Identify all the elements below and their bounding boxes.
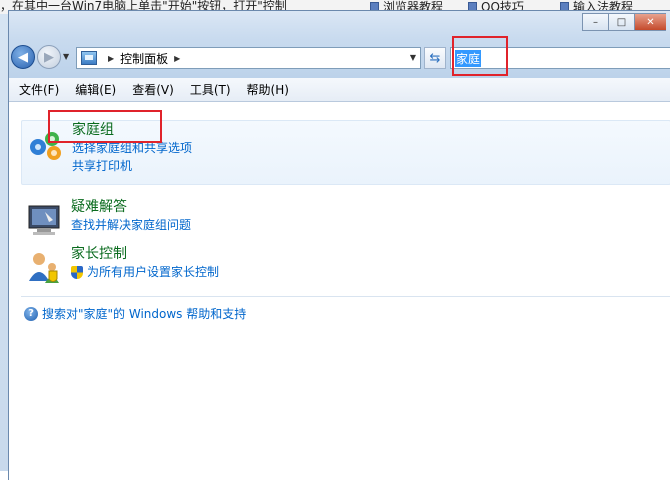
maximize-button[interactable]: □ bbox=[608, 13, 634, 31]
caption-buttons: – □ ✕ bbox=[582, 13, 666, 31]
recent-pages-dropdown[interactable]: ▼ bbox=[63, 52, 69, 61]
minimize-button[interactable]: – bbox=[582, 13, 608, 31]
forward-arrow-icon: ▶ bbox=[44, 49, 54, 65]
address-dropdown-icon[interactable]: ▼ bbox=[410, 53, 416, 62]
address-bar[interactable]: ▶ 控制面板 ▶ ▼ bbox=[76, 47, 421, 69]
result-link[interactable]: 查找并解决家庭组问题 bbox=[71, 216, 191, 234]
menu-edit[interactable]: 编辑(E) bbox=[69, 81, 122, 98]
annotation-box-homegroup bbox=[48, 110, 162, 143]
back-arrow-icon: ◀ bbox=[18, 49, 28, 65]
results-divider bbox=[21, 296, 670, 297]
control-panel-icon bbox=[81, 51, 97, 65]
shield-icon bbox=[71, 265, 83, 279]
close-button[interactable]: ✕ bbox=[634, 13, 666, 31]
annotation-box-search bbox=[452, 36, 508, 76]
help-icon: ? bbox=[24, 306, 38, 321]
window-chrome: – □ ✕ ◀ ▶ ▼ ▶ 控制面板 ▶ ▼ ⇆ 家庭 bbox=[9, 11, 670, 78]
result-parental-controls[interactable]: 家长控制 为所有用户设置家长控制 bbox=[21, 245, 670, 285]
control-panel-window: – □ ✕ ◀ ▶ ▼ ▶ 控制面板 ▶ ▼ ⇆ 家庭 文件(F) 编辑(E) … bbox=[8, 10, 670, 483]
result-title[interactable]: 疑难解答 bbox=[71, 198, 191, 216]
menu-bar: 文件(F) 编辑(E) 查看(V) 工具(T) 帮助(H) bbox=[9, 78, 670, 102]
address-row: ◀ ▶ ▼ ▶ 控制面板 ▶ ▼ ⇆ 家庭 bbox=[9, 43, 670, 73]
menu-help[interactable]: 帮助(H) bbox=[241, 81, 295, 98]
result-troubleshooting-text: 疑难解答 查找并解决家庭组问题 bbox=[71, 198, 191, 234]
breadcrumb-separator-icon[interactable]: ▶ bbox=[108, 54, 114, 63]
result-title[interactable]: 家长控制 bbox=[71, 245, 219, 263]
menu-tools[interactable]: 工具(T) bbox=[184, 81, 237, 98]
result-link[interactable]: 共享打印机 bbox=[72, 157, 192, 175]
parental-controls-icon bbox=[25, 249, 65, 289]
menu-file[interactable]: 文件(F) bbox=[13, 81, 65, 98]
help-search-link[interactable]: ? 搜索对"家庭"的 Windows 帮助和支持 bbox=[24, 305, 246, 322]
help-link-text: 搜索对"家庭"的 Windows 帮助和支持 bbox=[42, 307, 247, 321]
troubleshooting-icon bbox=[25, 202, 65, 242]
result-troubleshooting[interactable]: 疑难解答 查找并解决家庭组问题 bbox=[21, 198, 670, 235]
search-results: 家庭组 选择家庭组和共享选项 共享打印机 疑难解答 查找并解决家庭组问题 家长控… bbox=[9, 103, 670, 483]
result-link[interactable]: 为所有用户设置家长控制 bbox=[71, 263, 219, 281]
result-parental-controls-text: 家长控制 为所有用户设置家长控制 bbox=[71, 245, 219, 285]
refresh-button[interactable]: ⇆ bbox=[424, 47, 446, 69]
refresh-icon: ⇆ bbox=[429, 50, 441, 66]
forward-button[interactable]: ▶ bbox=[37, 45, 61, 69]
breadcrumb-separator-icon[interactable]: ▶ bbox=[174, 54, 180, 63]
breadcrumb-control-panel[interactable]: 控制面板 bbox=[120, 50, 168, 67]
back-button[interactable]: ◀ bbox=[11, 45, 35, 69]
menu-view[interactable]: 查看(V) bbox=[126, 81, 180, 98]
